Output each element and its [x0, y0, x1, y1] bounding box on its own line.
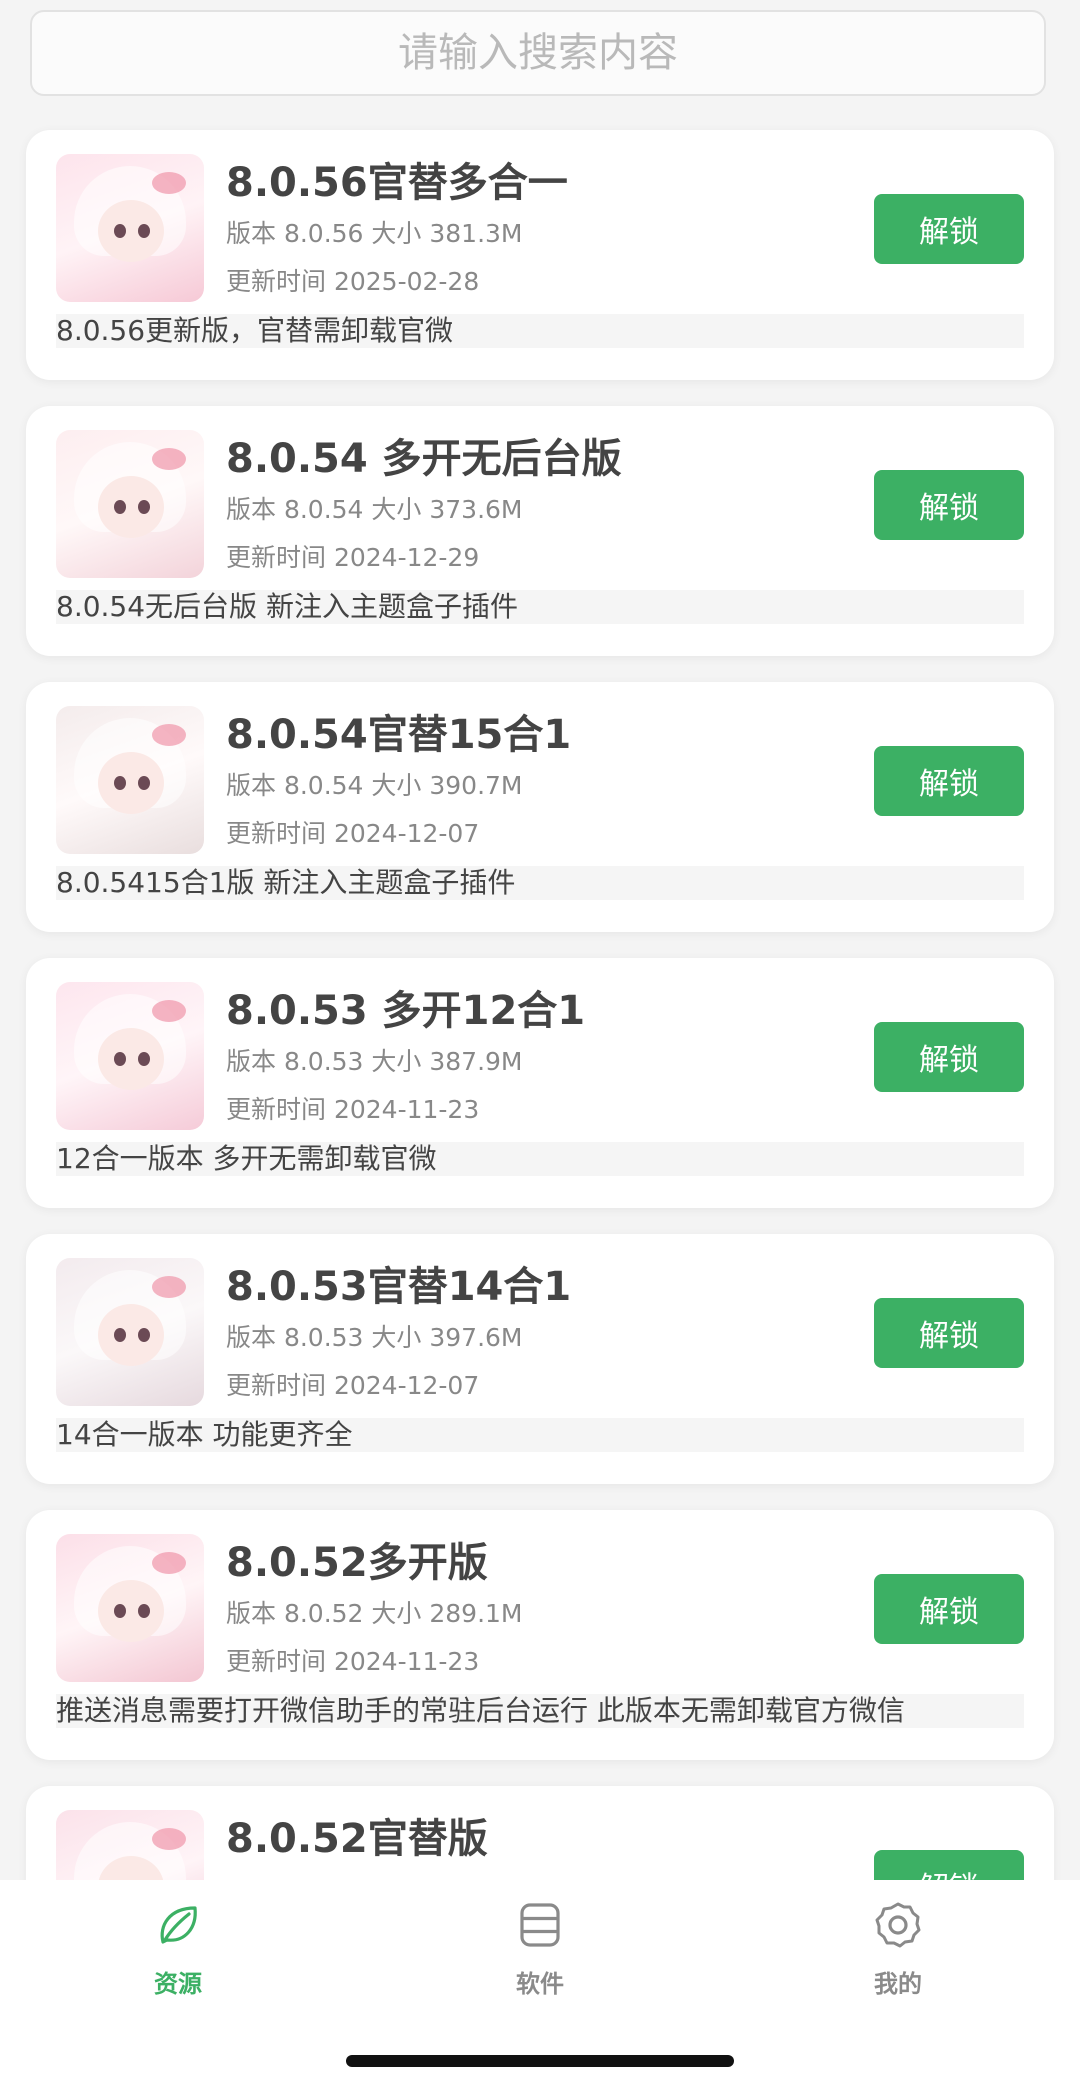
leaf-icon	[160, 1906, 197, 1944]
tab-label: 资源	[154, 1970, 202, 1998]
thumbnail-image	[56, 430, 204, 578]
resource-title: 8.0.56官替多合一	[226, 160, 568, 206]
resource-version-size: 版本 8.0.52 大小 289.1M	[226, 1599, 523, 1628]
resource-description: 14合一版本 功能更齐全	[56, 1418, 1024, 1452]
unlock-button[interactable]: 解锁	[874, 194, 1024, 264]
search-input[interactable]	[32, 11, 1044, 95]
resource-version-size: 版本 8.0.54 大小 390.7M	[226, 771, 523, 800]
resource-update-time: 更新时间 2024-12-07	[226, 819, 480, 848]
gear-icon	[875, 1902, 921, 1948]
server-stack-icon	[520, 1903, 560, 1947]
thumbnail-image	[56, 1534, 204, 1682]
resource-title: 8.0.53官替14合1	[226, 1264, 572, 1310]
resource-title: 8.0.53 多开12合1	[226, 988, 586, 1034]
tab-mine[interactable]: 我的	[798, 1900, 998, 2020]
resource-version-size: 版本 8.0.53 大小 387.9M	[226, 1047, 523, 1076]
thumbnail-image	[56, 982, 204, 1130]
resource-title: 8.0.54 多开无后台版	[226, 436, 622, 482]
unlock-button[interactable]: 解锁	[874, 470, 1024, 540]
thumbnail-image	[56, 706, 204, 854]
resource-version-size: 版本 8.0.53 大小 397.6M	[226, 1323, 523, 1352]
resource-card[interactable]: 8.0.56官替多合一 版本 8.0.56 大小 381.3M 更新时间 202…	[26, 130, 1054, 380]
unlock-button[interactable]: 解锁	[874, 1022, 1024, 1092]
tab-label: 我的	[874, 1970, 922, 1998]
resource-description: 8.0.54无后台版 新注入主题盒子插件	[56, 590, 1024, 624]
resource-title: 8.0.52多开版	[226, 1540, 488, 1586]
unlock-button[interactable]: 解锁	[874, 1298, 1024, 1368]
resource-card[interactable]: 8.0.54官替15合1 版本 8.0.54 大小 390.7M 更新时间 20…	[26, 682, 1054, 932]
search-bar-container	[0, 0, 1080, 118]
resource-update-time: 更新时间 2024-12-07	[226, 1371, 480, 1400]
tab-label: 软件	[516, 1970, 564, 1998]
resource-card[interactable]: 8.0.54 多开无后台版 版本 8.0.54 大小 373.6M 更新时间 2…	[26, 406, 1054, 656]
thumbnail-image	[56, 154, 204, 302]
tab-resources[interactable]: 资源	[78, 1900, 278, 2020]
resource-title: 8.0.54官替15合1	[226, 712, 572, 758]
resource-update-time: 更新时间 2024-11-23	[226, 1647, 480, 1676]
resource-card[interactable]: 8.0.53 多开12合1 版本 8.0.53 大小 387.9M 更新时间 2…	[26, 958, 1054, 1208]
resource-description: 推送消息需要打开微信助手的常驻后台运行 此版本无需卸载官方微信	[56, 1694, 1024, 1728]
tab-software[interactable]: 软件	[440, 1900, 640, 2020]
resource-version-size: 版本 8.0.56 大小 381.3M	[226, 219, 523, 248]
resource-title: 8.0.52官替版	[226, 1816, 488, 1862]
resource-description: 8.0.5415合1版 新注入主题盒子插件	[56, 866, 1024, 900]
resource-description: 12合一版本 多开无需卸载官微	[56, 1142, 1024, 1176]
resource-update-time: 更新时间 2025-02-28	[226, 267, 480, 296]
resource-version-size: 版本 8.0.54 大小 373.6M	[226, 495, 523, 524]
resource-card[interactable]: 8.0.52多开版 版本 8.0.52 大小 289.1M 更新时间 2024-…	[26, 1510, 1054, 1760]
unlock-button[interactable]: 解锁	[874, 746, 1024, 816]
thumbnail-image	[56, 1258, 204, 1406]
resource-update-time: 更新时间 2024-12-29	[226, 543, 480, 572]
resource-card[interactable]: 8.0.53官替14合1 版本 8.0.53 大小 397.6M 更新时间 20…	[26, 1234, 1054, 1484]
search-box[interactable]	[30, 10, 1046, 96]
home-indicator	[346, 2055, 734, 2067]
resource-list: 8.0.56官替多合一 版本 8.0.56 大小 381.3M 更新时间 202…	[26, 130, 1054, 2062]
resource-update-time: 更新时间 2024-11-23	[226, 1095, 480, 1124]
unlock-button[interactable]: 解锁	[874, 1574, 1024, 1644]
resource-description: 8.0.56更新版，官替需卸载官微	[56, 314, 1024, 348]
